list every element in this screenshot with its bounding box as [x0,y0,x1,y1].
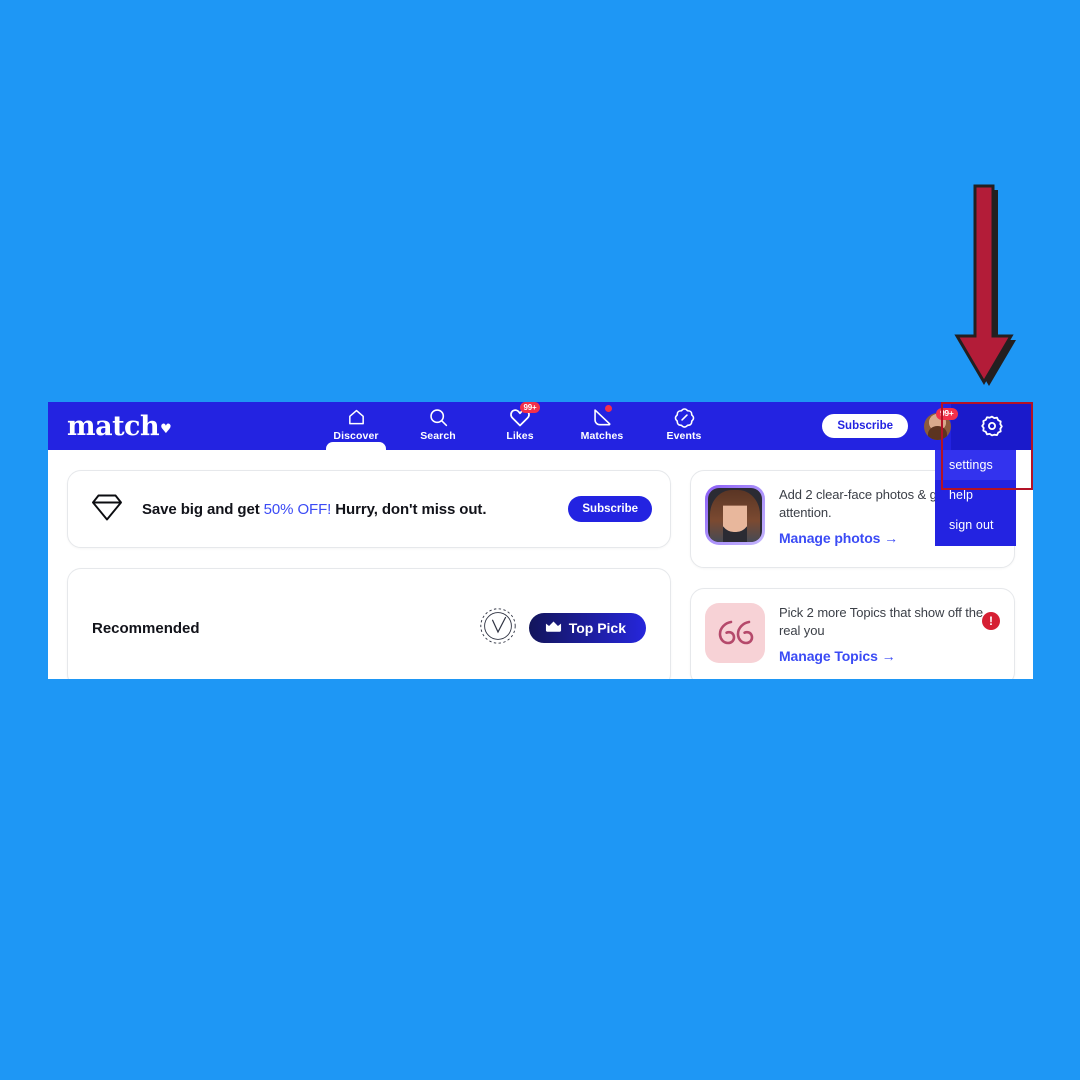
promo-highlight: 50% OFF! [263,500,332,518]
top-navbar: match ♥ Discover Search 99+ Likes Matche… [48,402,1033,546]
navbar-right-cluster: Subscribe 99+ [822,402,1033,450]
nav-tab-label: Search [420,430,456,442]
promo-subscribe-button[interactable]: Subscribe [568,496,652,522]
subscribe-button[interactable]: Subscribe [822,414,908,438]
likes-count-badge: 99+ [520,402,540,414]
top-pick-label: Top Pick [568,620,626,636]
profile-photo-image [708,488,762,542]
promo-text-before: Save big and get [142,500,264,518]
ticket-icon [674,406,695,428]
task-card-topics[interactable]: Pick 2 more Topics that show off the rea… [690,588,1015,679]
nav-tab-events[interactable]: Events [643,402,725,450]
home-icon [346,406,367,428]
nav-tab-matches[interactable]: Matches [561,402,643,450]
top-pick-badge[interactable]: Top Pick [528,613,646,643]
matches-notification-dot [604,405,612,412]
promo-banner: Save big and get 50% OFF! Hurry, don't m… [67,470,671,548]
nav-tab-label: Matches [580,430,624,442]
left-column: Save big and get 50% OFF! Hurry, don't m… [67,470,671,679]
task-text: Pick 2 more Topics that show off the rea… [779,605,984,638]
avatar[interactable]: 99+ [924,407,958,440]
active-tab-indicator [326,442,386,456]
alert-badge: ! [982,612,1000,630]
nav-tabs: Discover Search 99+ Likes Matches Events [315,402,725,456]
manage-topics-link[interactable]: Manage Topics → [779,648,896,664]
profile-photo-thumbnail [705,485,765,545]
task-body: Pick 2 more Topics that show off the rea… [779,603,1000,666]
menu-item-sign-out[interactable]: sign out [935,510,1016,540]
down-arrow-annotation [948,181,1020,393]
menu-item-help[interactable]: help [935,480,1016,510]
nav-tab-label: Events [666,430,702,442]
promo-text-after: Hurry, don't miss out. [331,500,487,518]
crown-icon [545,620,562,636]
nav-tab-search[interactable]: Search [397,402,479,450]
avatar-count-badge: 99+ [936,407,958,420]
search-icon [428,406,449,428]
recommended-card: Recommended Top Pick [67,568,671,679]
nav-tab-label: Likes [506,430,534,442]
logo-text: match [67,410,160,442]
heart-icon: 99+ [509,402,540,428]
diamond-icon [90,492,124,527]
gear-icon[interactable] [951,402,1033,450]
menu-item-settings[interactable]: settings [935,450,1016,480]
manage-photos-link[interactable]: Manage photos → [779,530,898,546]
chat-bubble-icon [592,405,613,428]
match-logo[interactable]: match ♥ [67,410,172,442]
account-dropdown-menu: settings help sign out [935,450,1016,546]
nav-tab-likes[interactable]: 99+ Likes [479,402,561,450]
nav-tab-label: Discover [333,430,379,442]
app-window: match ♥ Discover Search 99+ Likes Matche… [48,402,1033,679]
main-content: Save big and get 50% OFF! Hurry, don't m… [48,450,1033,679]
promo-text: Save big and get 50% OFF! Hurry, don't m… [142,501,568,518]
logo-heart-icon: ♥ [160,421,172,437]
quote-marks-icon [705,603,765,663]
nav-tab-discover[interactable]: Discover [315,402,397,456]
vaccinated-seal-icon [479,607,517,650]
recommended-title: Recommended [92,619,200,637]
